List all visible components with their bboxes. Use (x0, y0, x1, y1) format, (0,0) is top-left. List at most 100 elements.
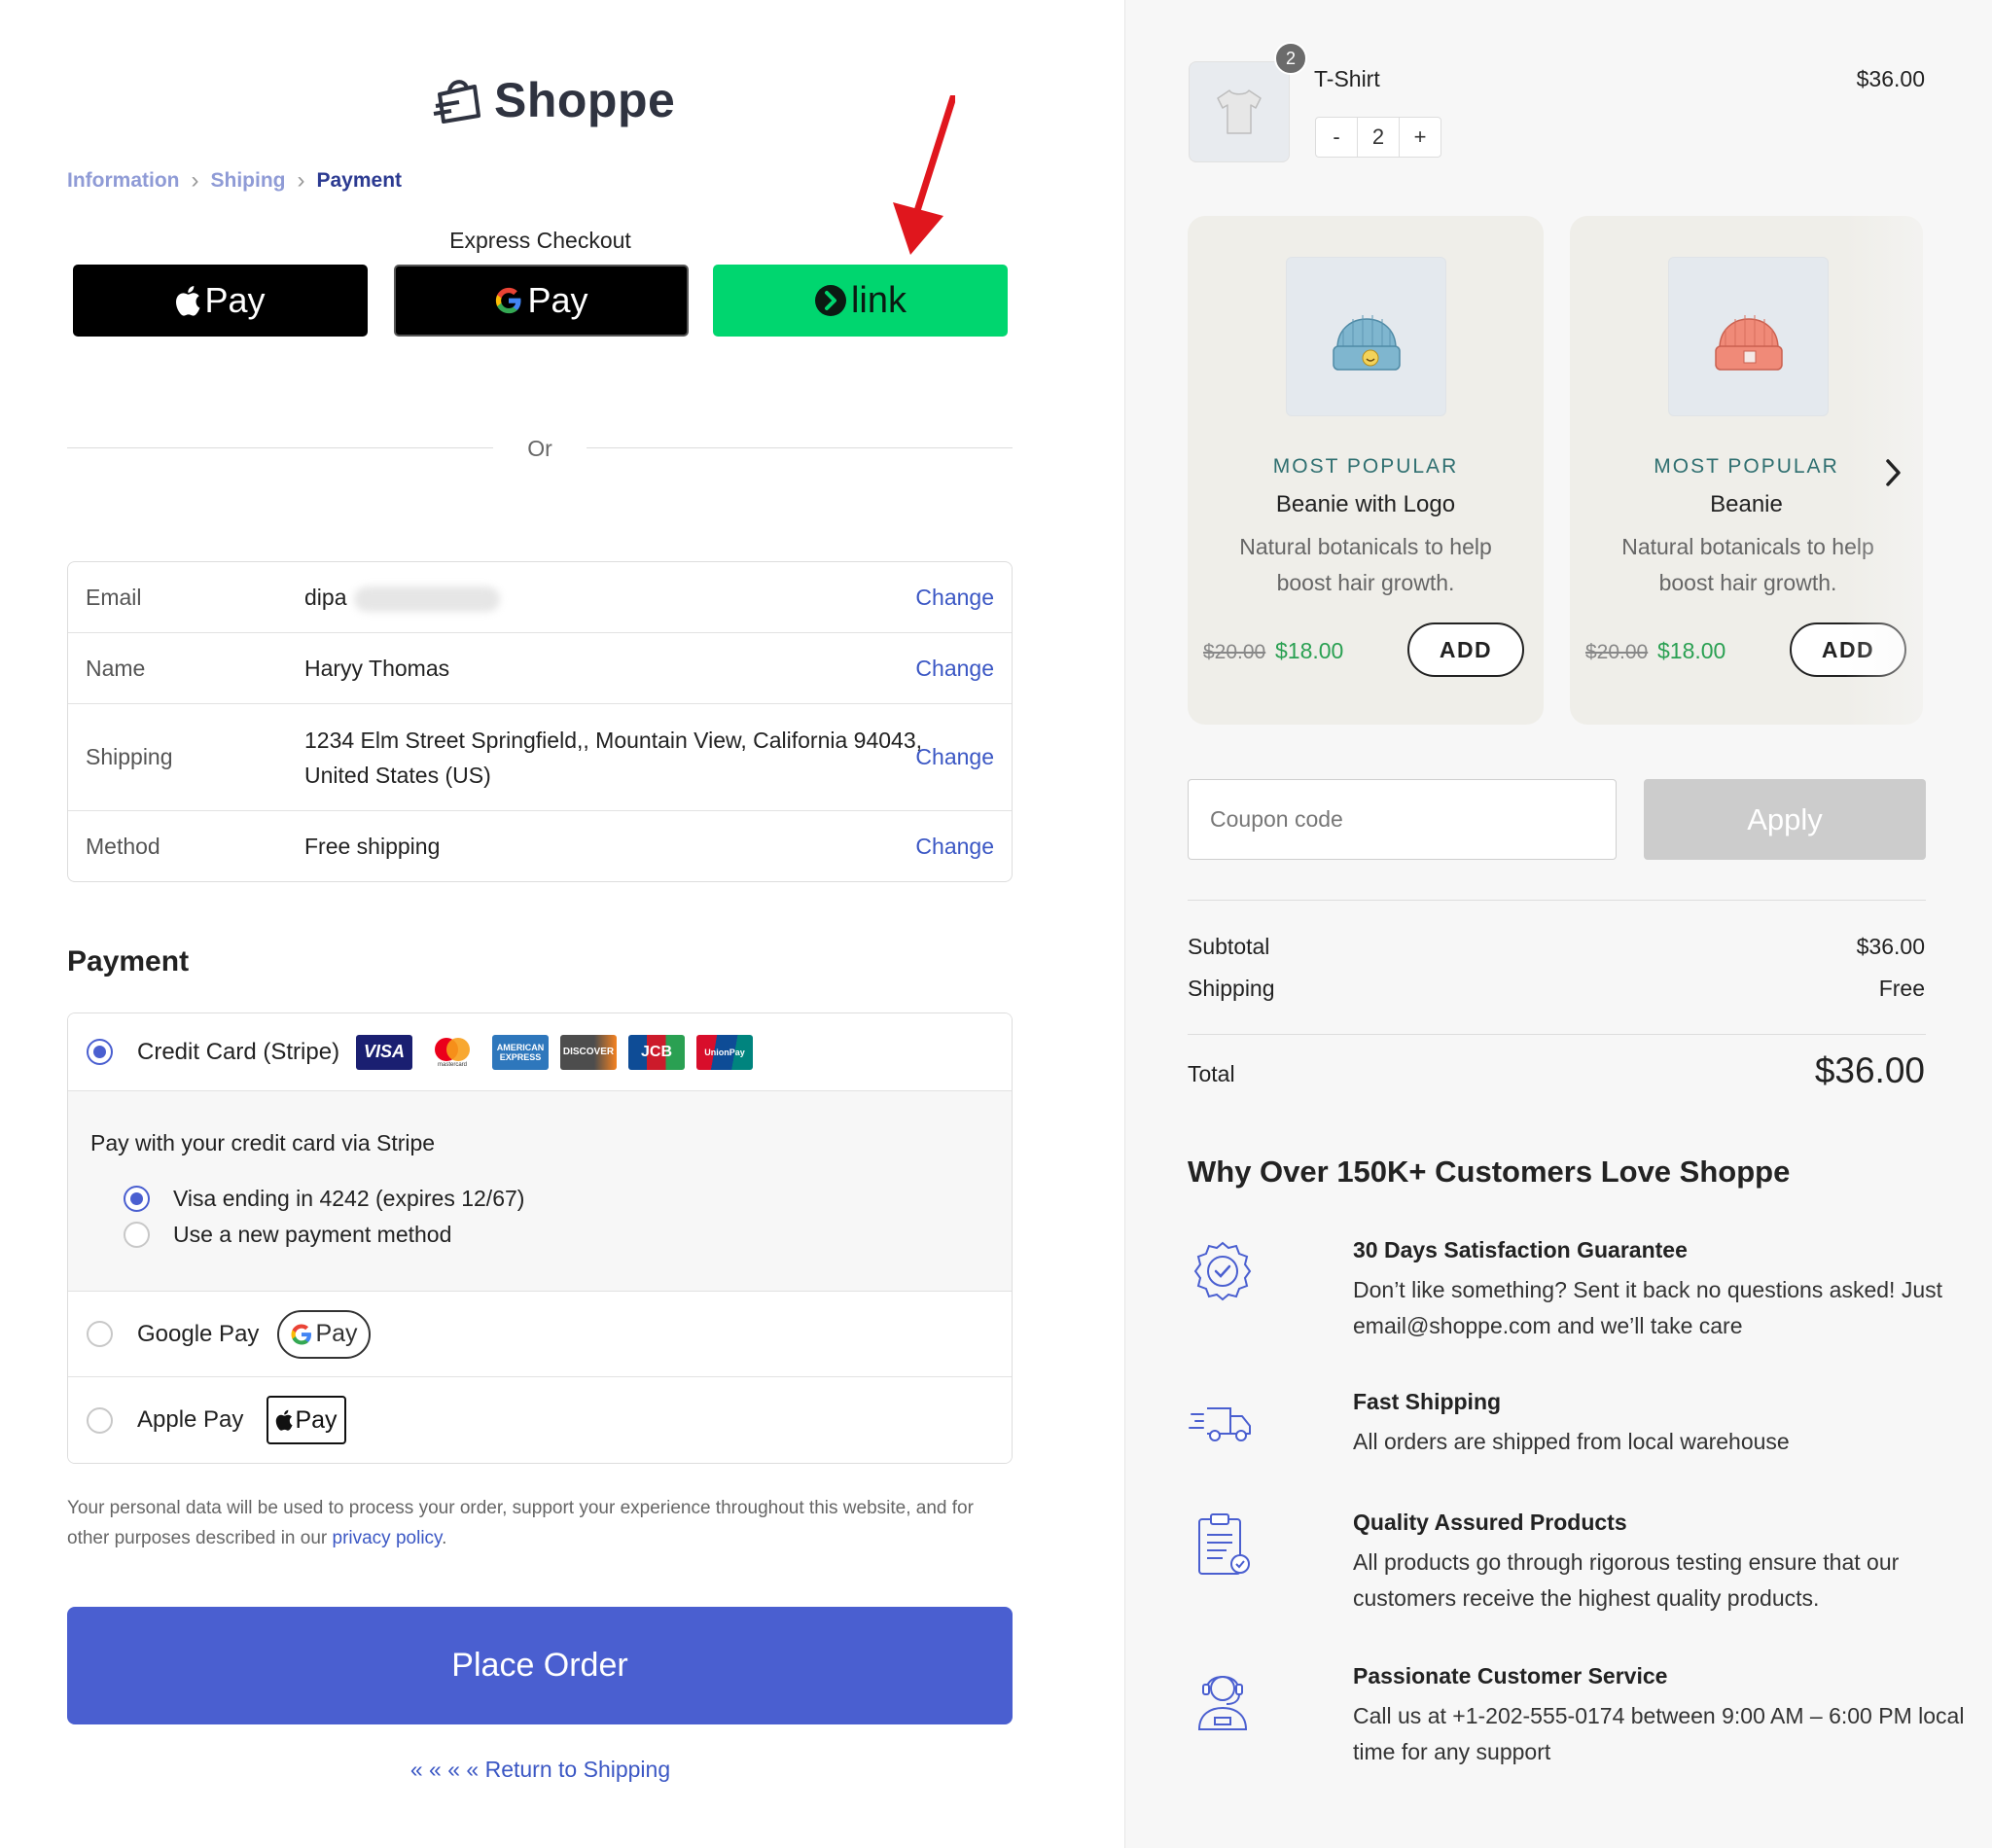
apply-coupon-button[interactable]: Apply (1644, 779, 1926, 860)
benefit-text: Call us at +1-202-555-0174 between 9:00 … (1353, 1703, 1965, 1764)
add-to-cart-button[interactable]: ADD (1790, 622, 1906, 677)
benefit-title: Quality Assured Products (1353, 1510, 1627, 1535)
summary-row-name: Name Haryy Thomas Change (68, 633, 1012, 704)
change-name-link[interactable]: Change (915, 656, 994, 682)
beanie-body (1718, 318, 1779, 349)
shopping-bag-logo-icon (433, 80, 480, 124)
apple-logo-icon (276, 1409, 293, 1431)
link-express-button[interactable]: link (713, 265, 1008, 337)
new-payment-method-label: Use a new payment method (173, 1222, 452, 1247)
breadcrumb-information[interactable]: Information (67, 169, 180, 193)
summary-value: Haryy Thomas (304, 656, 450, 681)
new-payment-method-option[interactable]: Use a new payment method (124, 1222, 451, 1248)
google-pay-express-button[interactable]: Pay (394, 265, 689, 337)
change-shipping-link[interactable]: Change (915, 744, 994, 770)
google-pay-badge-text: Pay (315, 1320, 358, 1347)
quantity-increase-button[interactable]: + (1400, 124, 1441, 150)
saved-card-radio[interactable] (124, 1186, 150, 1212)
recommendation-card: MOST POPULAR Beanie Natural botanicals t… (1570, 216, 1923, 725)
quantity-decrease-button[interactable]: - (1316, 124, 1357, 150)
cart-item-price: $36.00 (1856, 66, 1925, 91)
product-image (1286, 257, 1446, 416)
google-g-icon (496, 287, 521, 314)
new-payment-method-radio[interactable] (124, 1222, 150, 1248)
breadcrumb-shipping[interactable]: Shiping (211, 169, 286, 193)
why-customers-heading: Why Over 150K+ Customers Love Shoppe (1188, 1155, 1791, 1189)
privacy-notice: Your personal data will be used to proce… (67, 1493, 1020, 1553)
breadcrumb-payment: Payment (316, 169, 403, 192)
divider (1188, 1034, 1926, 1035)
benefit-text: All products go through rigorous testing… (1353, 1549, 1900, 1611)
coupon-code-input[interactable] (1188, 779, 1617, 860)
benefit-text: All orders are shipped from local wareho… (1353, 1429, 1790, 1454)
change-email-link[interactable]: Change (915, 585, 994, 611)
benefit-title: Fast Shipping (1353, 1389, 1502, 1414)
link-express-text: link (850, 279, 907, 321)
apple-pay-badge: Pay (267, 1396, 346, 1444)
change-method-link[interactable]: Change (915, 834, 994, 860)
total-value: $36.00 (1814, 1050, 1925, 1090)
quantity-value[interactable]: 2 (1357, 118, 1400, 157)
quantity-stepper: - 2 + (1315, 117, 1441, 158)
payment-option-credit-card[interactable]: Credit Card (Stripe) VISA mastercard AME… (68, 1013, 1012, 1091)
place-order-button[interactable]: Place Order (67, 1607, 1013, 1724)
apple-pay-express-button[interactable]: Pay (73, 265, 368, 337)
add-to-cart-button[interactable]: ADD (1407, 622, 1524, 677)
payment-option-apple-pay[interactable]: Apple Pay Pay (68, 1377, 1012, 1463)
summary-value: dipa (304, 580, 927, 615)
apple-pay-label: Apple Pay (137, 1406, 244, 1433)
or-divider: Or (67, 436, 1013, 465)
apple-pay-badge-text: Pay (295, 1405, 338, 1434)
recommendation-tag: MOST POPULAR (1272, 455, 1459, 478)
brand-name: Shoppe (494, 73, 676, 127)
payment-option-google-pay[interactable]: Google Pay Pay (68, 1292, 1012, 1377)
shipping-label: Shipping (1188, 976, 1275, 1001)
apple-pay-express-text: Pay (204, 280, 266, 320)
credit-card-label: Credit Card (Stripe) (137, 1038, 340, 1065)
recommendation-old-price: $20.00 (1203, 641, 1266, 663)
redacted-blur (354, 586, 501, 612)
saved-card-label: Visa ending in 4242 (expires 12/67) (173, 1186, 525, 1211)
product-thumbnail (1189, 61, 1290, 162)
recommendation-price: $18.00 (1275, 638, 1344, 663)
order-summary-sidebar: 2 T-Shirt $36.00 - 2 + MOST POPULAR Bean… (1124, 0, 1992, 1848)
credit-card-radio[interactable] (87, 1039, 113, 1065)
recommendation-price: $18.00 (1657, 638, 1726, 663)
summary-value: Free shipping (304, 834, 441, 859)
benefit-title: 30 Days Satisfaction Guarantee (1353, 1237, 1688, 1262)
recommendation-tag: MOST POPULAR (1654, 455, 1839, 478)
cart-item-name: T-Shirt (1314, 66, 1380, 91)
card-brand-logos: VISA mastercard AMERICAN EXPRESS DISCOVE… (356, 1034, 753, 1070)
chevron-right-icon: › (191, 167, 199, 194)
total-label: Total (1188, 1061, 1235, 1086)
jcb-icon: JCB (628, 1034, 685, 1070)
checkout-summary-box: Email dipa Change Name Haryy Thomas Chan… (67, 561, 1013, 882)
summary-label: Shipping (86, 744, 173, 769)
discover-icon: DISCOVER (560, 1034, 617, 1070)
saved-card-option[interactable]: Visa ending in 4242 (expires 12/67) (124, 1186, 524, 1212)
apple-logo-icon (176, 286, 200, 316)
breadcrumb: Information › Shiping › Payment (67, 167, 402, 195)
recommendation-name[interactable]: Beanie (1570, 491, 1923, 518)
recommendation-description: Natural botanicals to help boost hair gr… (1239, 534, 1492, 595)
benefit-text: Don’t like something? Sent it back no qu… (1353, 1277, 1943, 1338)
google-pay-radio[interactable] (87, 1321, 113, 1347)
beanie-icon (1332, 315, 1401, 371)
payment-heading: Payment (67, 945, 190, 977)
summary-row-shipping: Shipping 1234 Elm Street Springfield,, M… (68, 704, 1012, 811)
privacy-end: . (442, 1528, 447, 1548)
apple-pay-radio[interactable] (87, 1406, 113, 1434)
guarantee-badge-icon (1193, 1241, 1252, 1301)
recommendation-name[interactable]: Beanie with Logo (1188, 491, 1544, 518)
google-g-icon (291, 1324, 312, 1344)
summary-label: Name (86, 655, 146, 681)
summary-row-method: Method Free shipping Change (68, 811, 1012, 881)
privacy-policy-link[interactable]: privacy policy (333, 1528, 443, 1548)
clipboard-check-icon (1198, 1513, 1250, 1575)
recommendation-description: Natural botanicals to help boost hair gr… (1621, 534, 1874, 595)
brand-logo[interactable]: Shoppe (430, 72, 675, 128)
carousel-next-button[interactable] (1879, 453, 1908, 492)
beanie-icon (1714, 315, 1783, 371)
privacy-text: Your personal data will be used to proce… (67, 1498, 974, 1548)
return-to-shipping-link[interactable]: « « « « Return to Shipping (0, 1757, 1081, 1783)
